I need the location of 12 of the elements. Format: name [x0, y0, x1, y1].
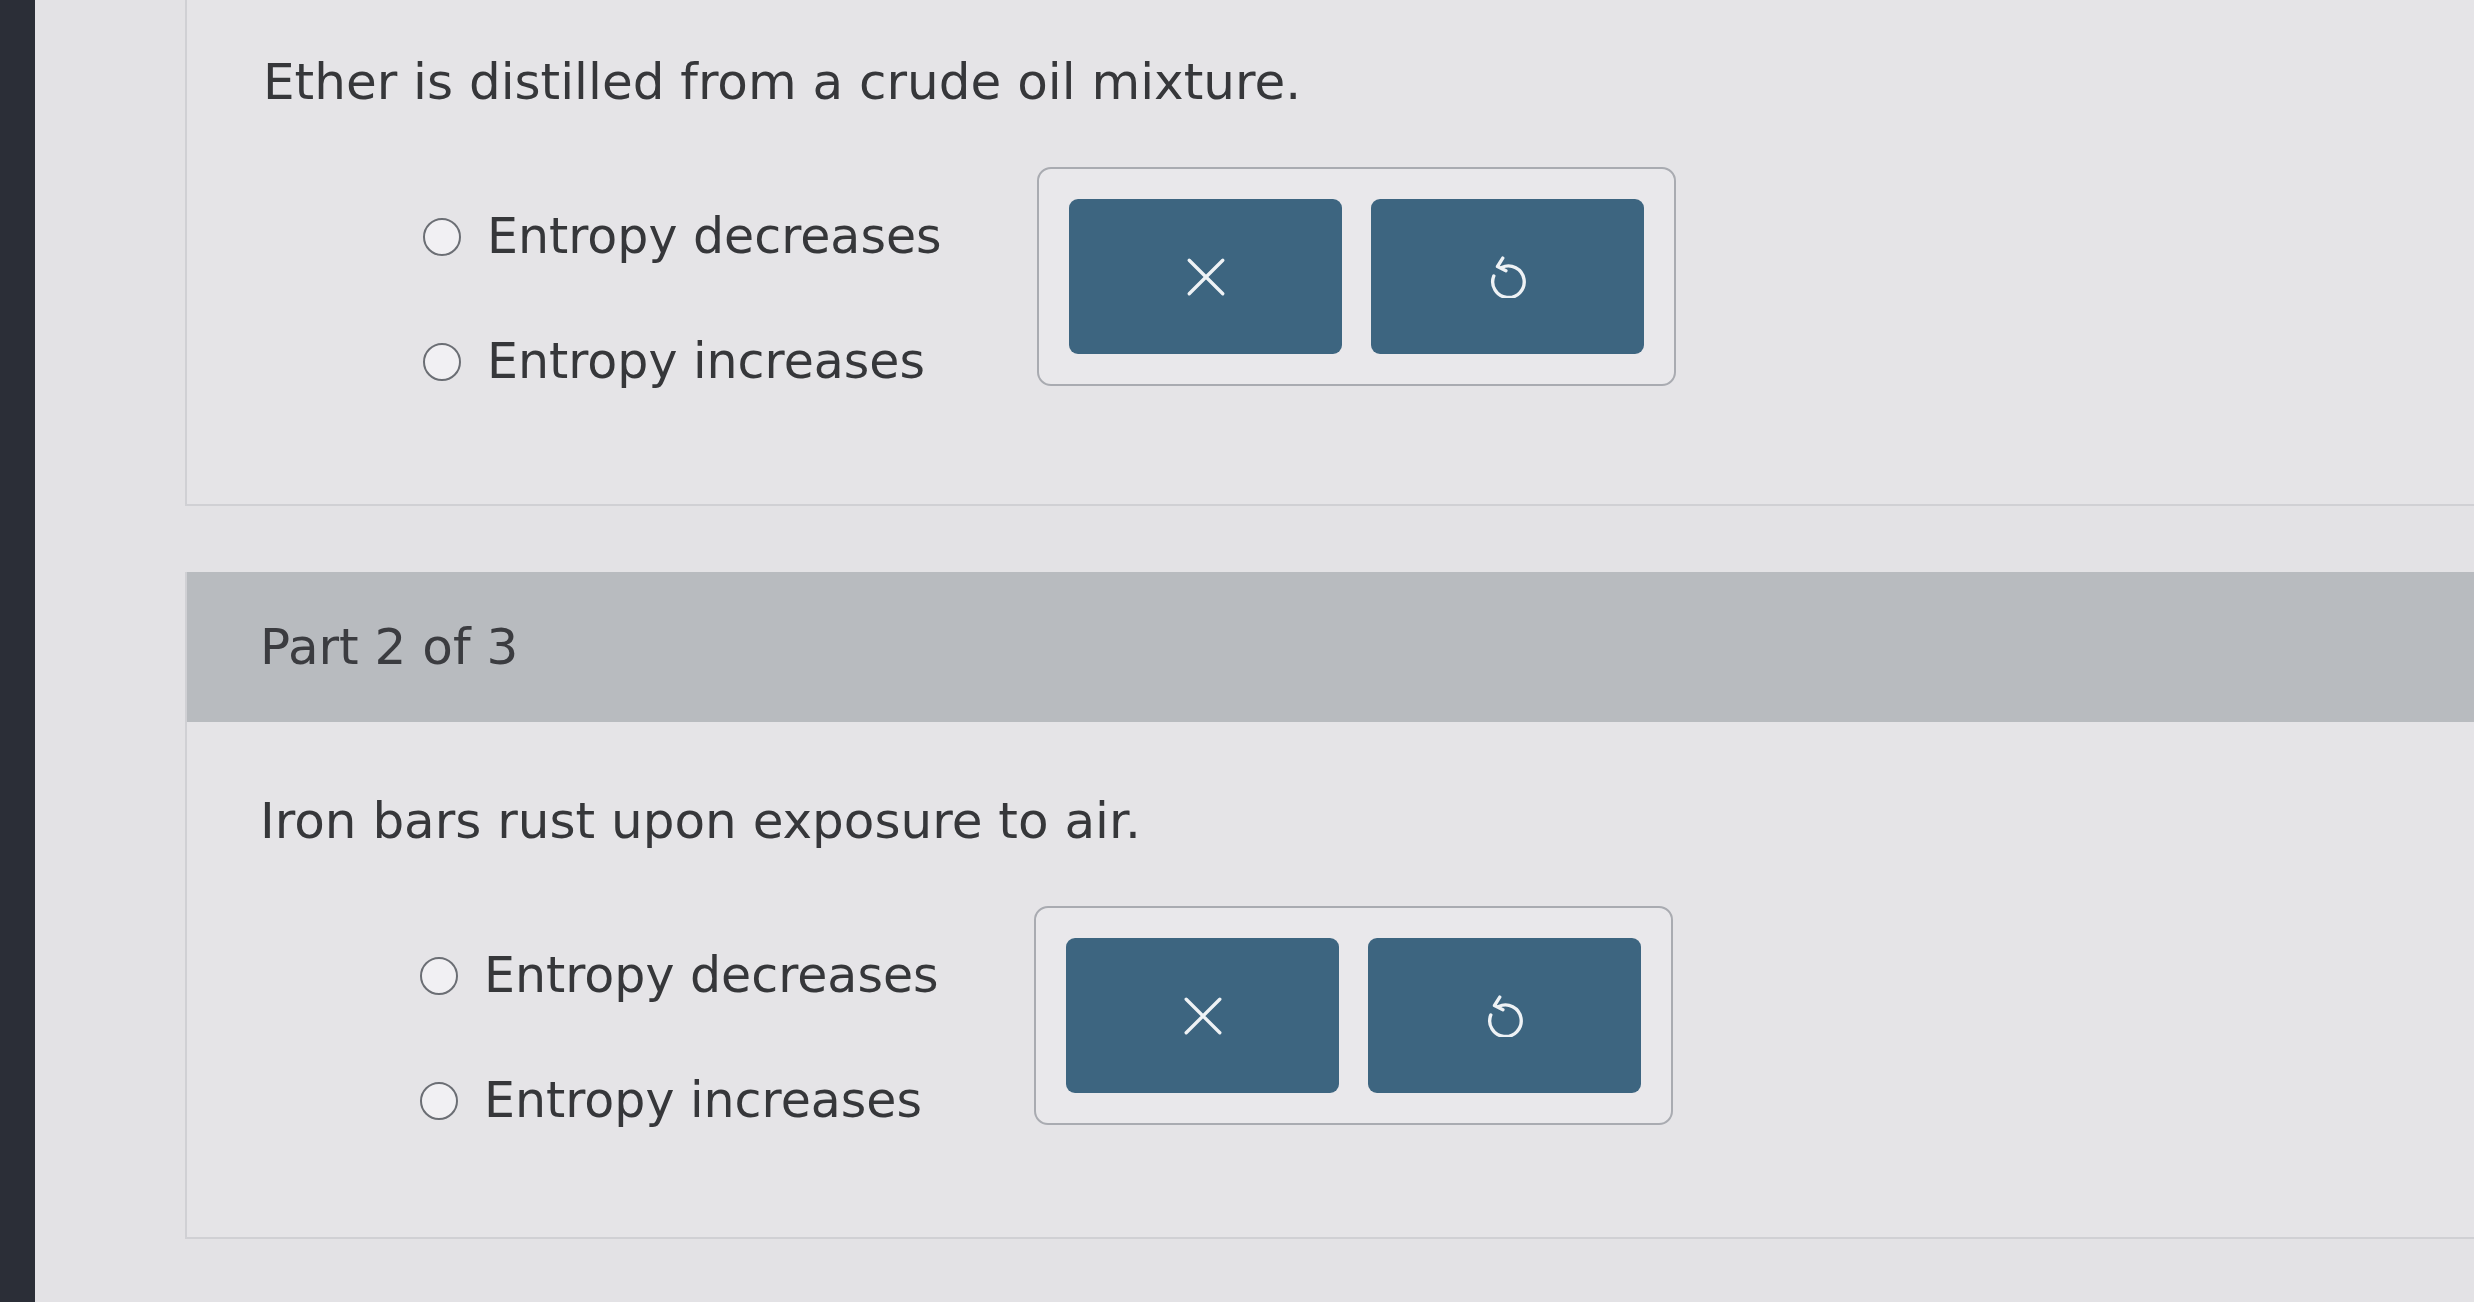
- close-icon: [1181, 994, 1224, 1037]
- part-title: Part 2 of 3: [260, 617, 519, 677]
- option-label[interactable]: Entropy increases: [484, 1071, 922, 1130]
- option-label[interactable]: Entropy decreases: [484, 946, 939, 1005]
- option-label[interactable]: Entropy decreases: [487, 207, 942, 266]
- radio-button[interactable]: [420, 1081, 458, 1120]
- radio-button[interactable]: [423, 217, 461, 256]
- option-label[interactable]: Entropy increases: [487, 332, 925, 391]
- radio-button[interactable]: [423, 342, 461, 381]
- question-text: Ether is distilled from a crude oil mixture.: [263, 52, 1302, 112]
- radio-button[interactable]: [420, 956, 458, 995]
- question-text: Iron bars rust upon exposure to air.: [260, 791, 1141, 851]
